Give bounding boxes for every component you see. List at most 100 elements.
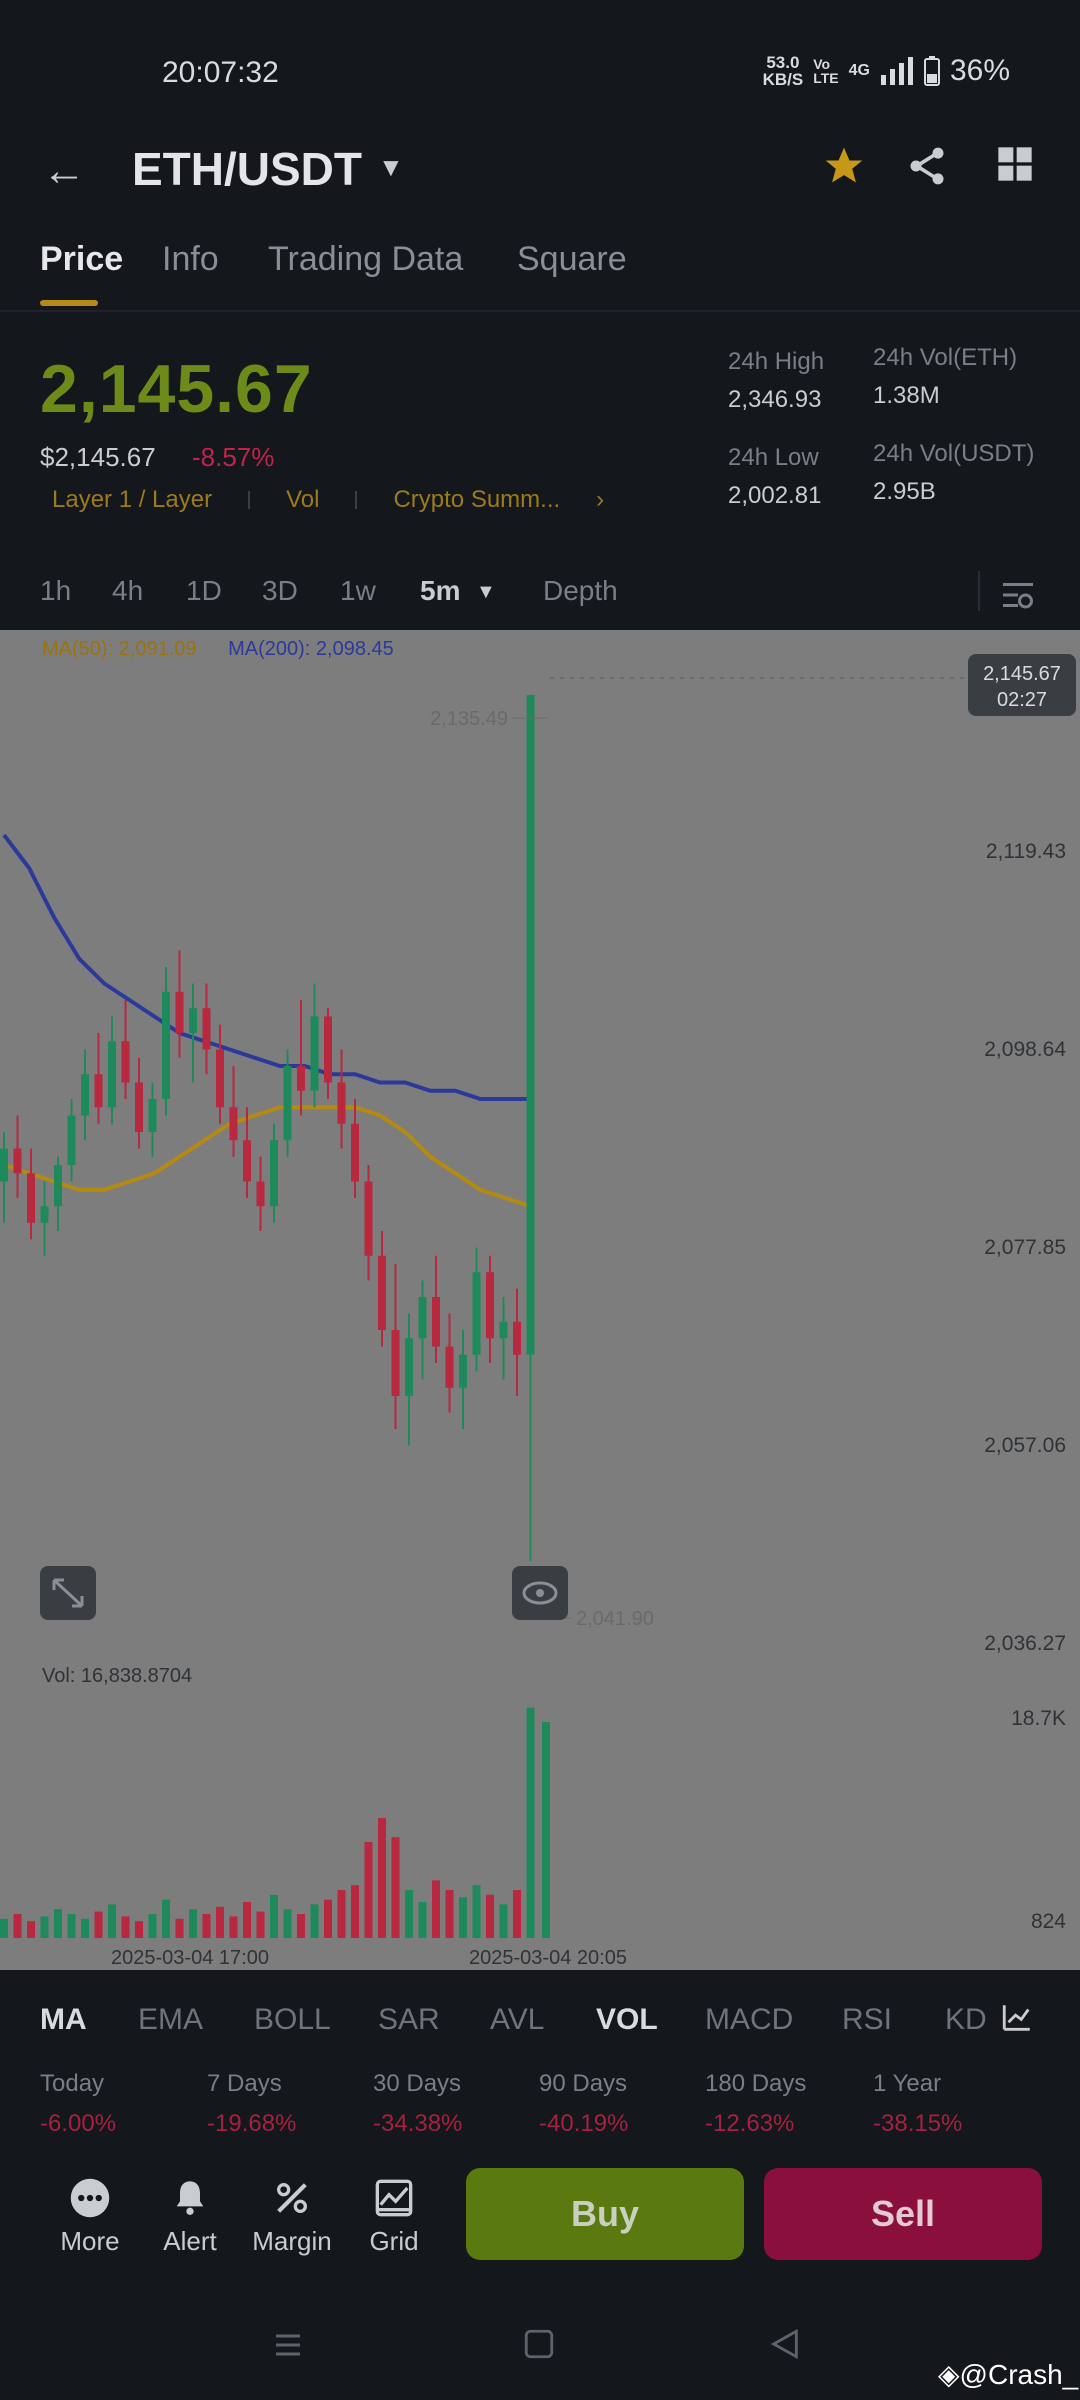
status-icons: 53.0 KB/S Vo LTE 4G 36% — [763, 54, 1010, 88]
high-marker-label: 2,135.49 — [430, 708, 508, 730]
last-price: 2,145.67 — [40, 351, 313, 427]
candle-body — [310, 1016, 319, 1091]
grid-action[interactable]: Grid — [344, 2170, 444, 2257]
ind-macd[interactable]: MACD — [705, 2003, 793, 2037]
tab-trading-data[interactable]: Trading Data — [268, 240, 463, 279]
vol-eth-value: 1.38M — [873, 382, 940, 409]
watermark-logo-icon: ◈ — [938, 2359, 960, 2390]
time-axis-label: 2025-03-04 20:05 — [469, 1947, 627, 1969]
caret-down-icon[interactable]: ▼ — [378, 152, 404, 183]
volume-bar — [418, 1902, 427, 1938]
volume-bar — [364, 1842, 373, 1938]
back-arrow-icon[interactable]: ← — [42, 146, 86, 196]
candle-body — [324, 1016, 332, 1083]
more-action[interactable]: More — [40, 2170, 140, 2257]
tf-3d[interactable]: 3D — [262, 575, 298, 607]
candle-body — [108, 1041, 116, 1108]
volume-bar — [486, 1894, 494, 1938]
more-label: More — [60, 2226, 120, 2256]
perf-value: -6.00% — [40, 2110, 117, 2137]
buy-button[interactable]: Buy — [466, 2168, 744, 2260]
volume-bar — [81, 1918, 89, 1938]
perf-label: 1 Year — [873, 2070, 942, 2097]
candle-body — [256, 1181, 265, 1207]
volume-bar — [459, 1897, 467, 1938]
perf-label: 90 Days — [539, 2070, 628, 2097]
candle-body — [202, 1008, 211, 1050]
candle-body — [364, 1181, 373, 1256]
volume-bar — [121, 1916, 130, 1938]
tab-price[interactable]: Price — [40, 240, 123, 279]
ind-vol[interactable]: VOL — [596, 2003, 658, 2037]
caret-down-icon[interactable]: ▼ — [476, 581, 496, 604]
low-marker-label: 2,041.90 — [576, 1608, 654, 1630]
candle-body — [283, 1066, 292, 1141]
tf-4h[interactable]: 4h — [112, 575, 143, 607]
perf-value: -12.63% — [705, 2110, 795, 2137]
volume-bar — [391, 1837, 400, 1938]
volume-bar — [135, 1921, 143, 1938]
volume-bar — [351, 1885, 359, 1938]
price-axis-label: 2,036.27 — [984, 1632, 1066, 1655]
ind-kd[interactable]: KD — [945, 2003, 987, 2037]
ind-sar[interactable]: SAR — [378, 2003, 440, 2037]
candle-body — [243, 1140, 251, 1182]
margin-action[interactable]: Margin — [242, 2170, 342, 2257]
tf-1h[interactable]: 1h — [40, 575, 71, 607]
volume-bar — [378, 1818, 386, 1938]
volume-bar — [189, 1909, 197, 1938]
signal-icon — [880, 57, 913, 85]
tf-depth[interactable]: Depth — [543, 575, 618, 607]
candle-body — [526, 694, 535, 1355]
star-icon[interactable] — [822, 144, 866, 188]
indicator-chart-icon[interactable] — [1000, 2001, 1034, 2035]
share-icon[interactable] — [905, 144, 949, 188]
tf-divider — [978, 571, 980, 611]
candle-body — [216, 1049, 224, 1108]
candlestick-chart[interactable]: 2,119.43 2,098.64 2,077.85 2,057.06 2,036.27… — [0, 630, 1080, 1970]
tab-info[interactable]: Info — [162, 240, 219, 279]
margin-icon — [277, 2183, 307, 2213]
volume-axis-label: 18.7K — [1011, 1707, 1066, 1730]
chart-settings-icon[interactable] — [1000, 577, 1036, 613]
candle-body — [148, 1099, 157, 1132]
perf-value: -38.15% — [873, 2110, 963, 2137]
candle-body — [486, 1272, 494, 1339]
ind-rsi[interactable]: RSI — [842, 2003, 892, 2037]
ind-avl[interactable]: AVL — [490, 2003, 544, 2037]
margin-label: Margin — [252, 2226, 332, 2256]
candle-body — [189, 1008, 197, 1033]
tag-divider — [355, 491, 358, 509]
category-tags: Layer 1 / Layer Vol Crypto Summ... › — [52, 486, 604, 514]
chart-area[interactable]: 2,119.43 2,098.64 2,077.85 2,057.06 2,036.27… — [0, 630, 1080, 1970]
ind-boll[interactable]: BOLL — [254, 2003, 331, 2037]
volume-bar — [513, 1890, 521, 1938]
sell-button[interactable]: Sell — [764, 2168, 1042, 2260]
back-nav-icon[interactable] — [768, 2327, 802, 2361]
candle-body — [13, 1148, 22, 1174]
tf-5m[interactable]: 5m — [420, 575, 460, 607]
tag-vol[interactable]: Vol — [286, 486, 319, 514]
tf-1d[interactable]: 1D — [186, 575, 222, 607]
tag-crypto-summary[interactable]: Crypto Summ... — [393, 486, 560, 514]
network-speed: 53.0 KB/S — [762, 53, 804, 89]
tf-1w[interactable]: 1w — [340, 575, 376, 607]
ind-ma[interactable]: MA — [40, 2003, 87, 2037]
pair-title[interactable]: ETH/USDT — [132, 142, 362, 196]
alert-action[interactable]: Alert — [140, 2170, 240, 2257]
chevron-right-icon[interactable]: › — [596, 486, 604, 514]
bell-icon — [176, 2181, 204, 2215]
grid-layout-icon[interactable] — [995, 144, 1035, 184]
volume-bar — [270, 1894, 278, 1938]
perf-label: 7 Days — [207, 2070, 282, 2097]
volume-bar — [243, 1902, 251, 1938]
home-icon[interactable] — [522, 2327, 556, 2361]
volume-bar — [27, 1921, 35, 1938]
perf-value: -34.38% — [373, 2110, 463, 2137]
indicator-tabs: MA EMA BOLL SAR AVL VOL MACD RSI KD — [0, 1975, 1080, 2045]
tab-square[interactable]: Square — [517, 240, 627, 279]
tag-layer1[interactable]: Layer 1 / Layer — [52, 486, 212, 514]
perf-value: -40.19% — [539, 2110, 629, 2137]
ind-ema[interactable]: EMA — [138, 2003, 203, 2037]
recent-apps-icon[interactable] — [270, 2327, 306, 2363]
